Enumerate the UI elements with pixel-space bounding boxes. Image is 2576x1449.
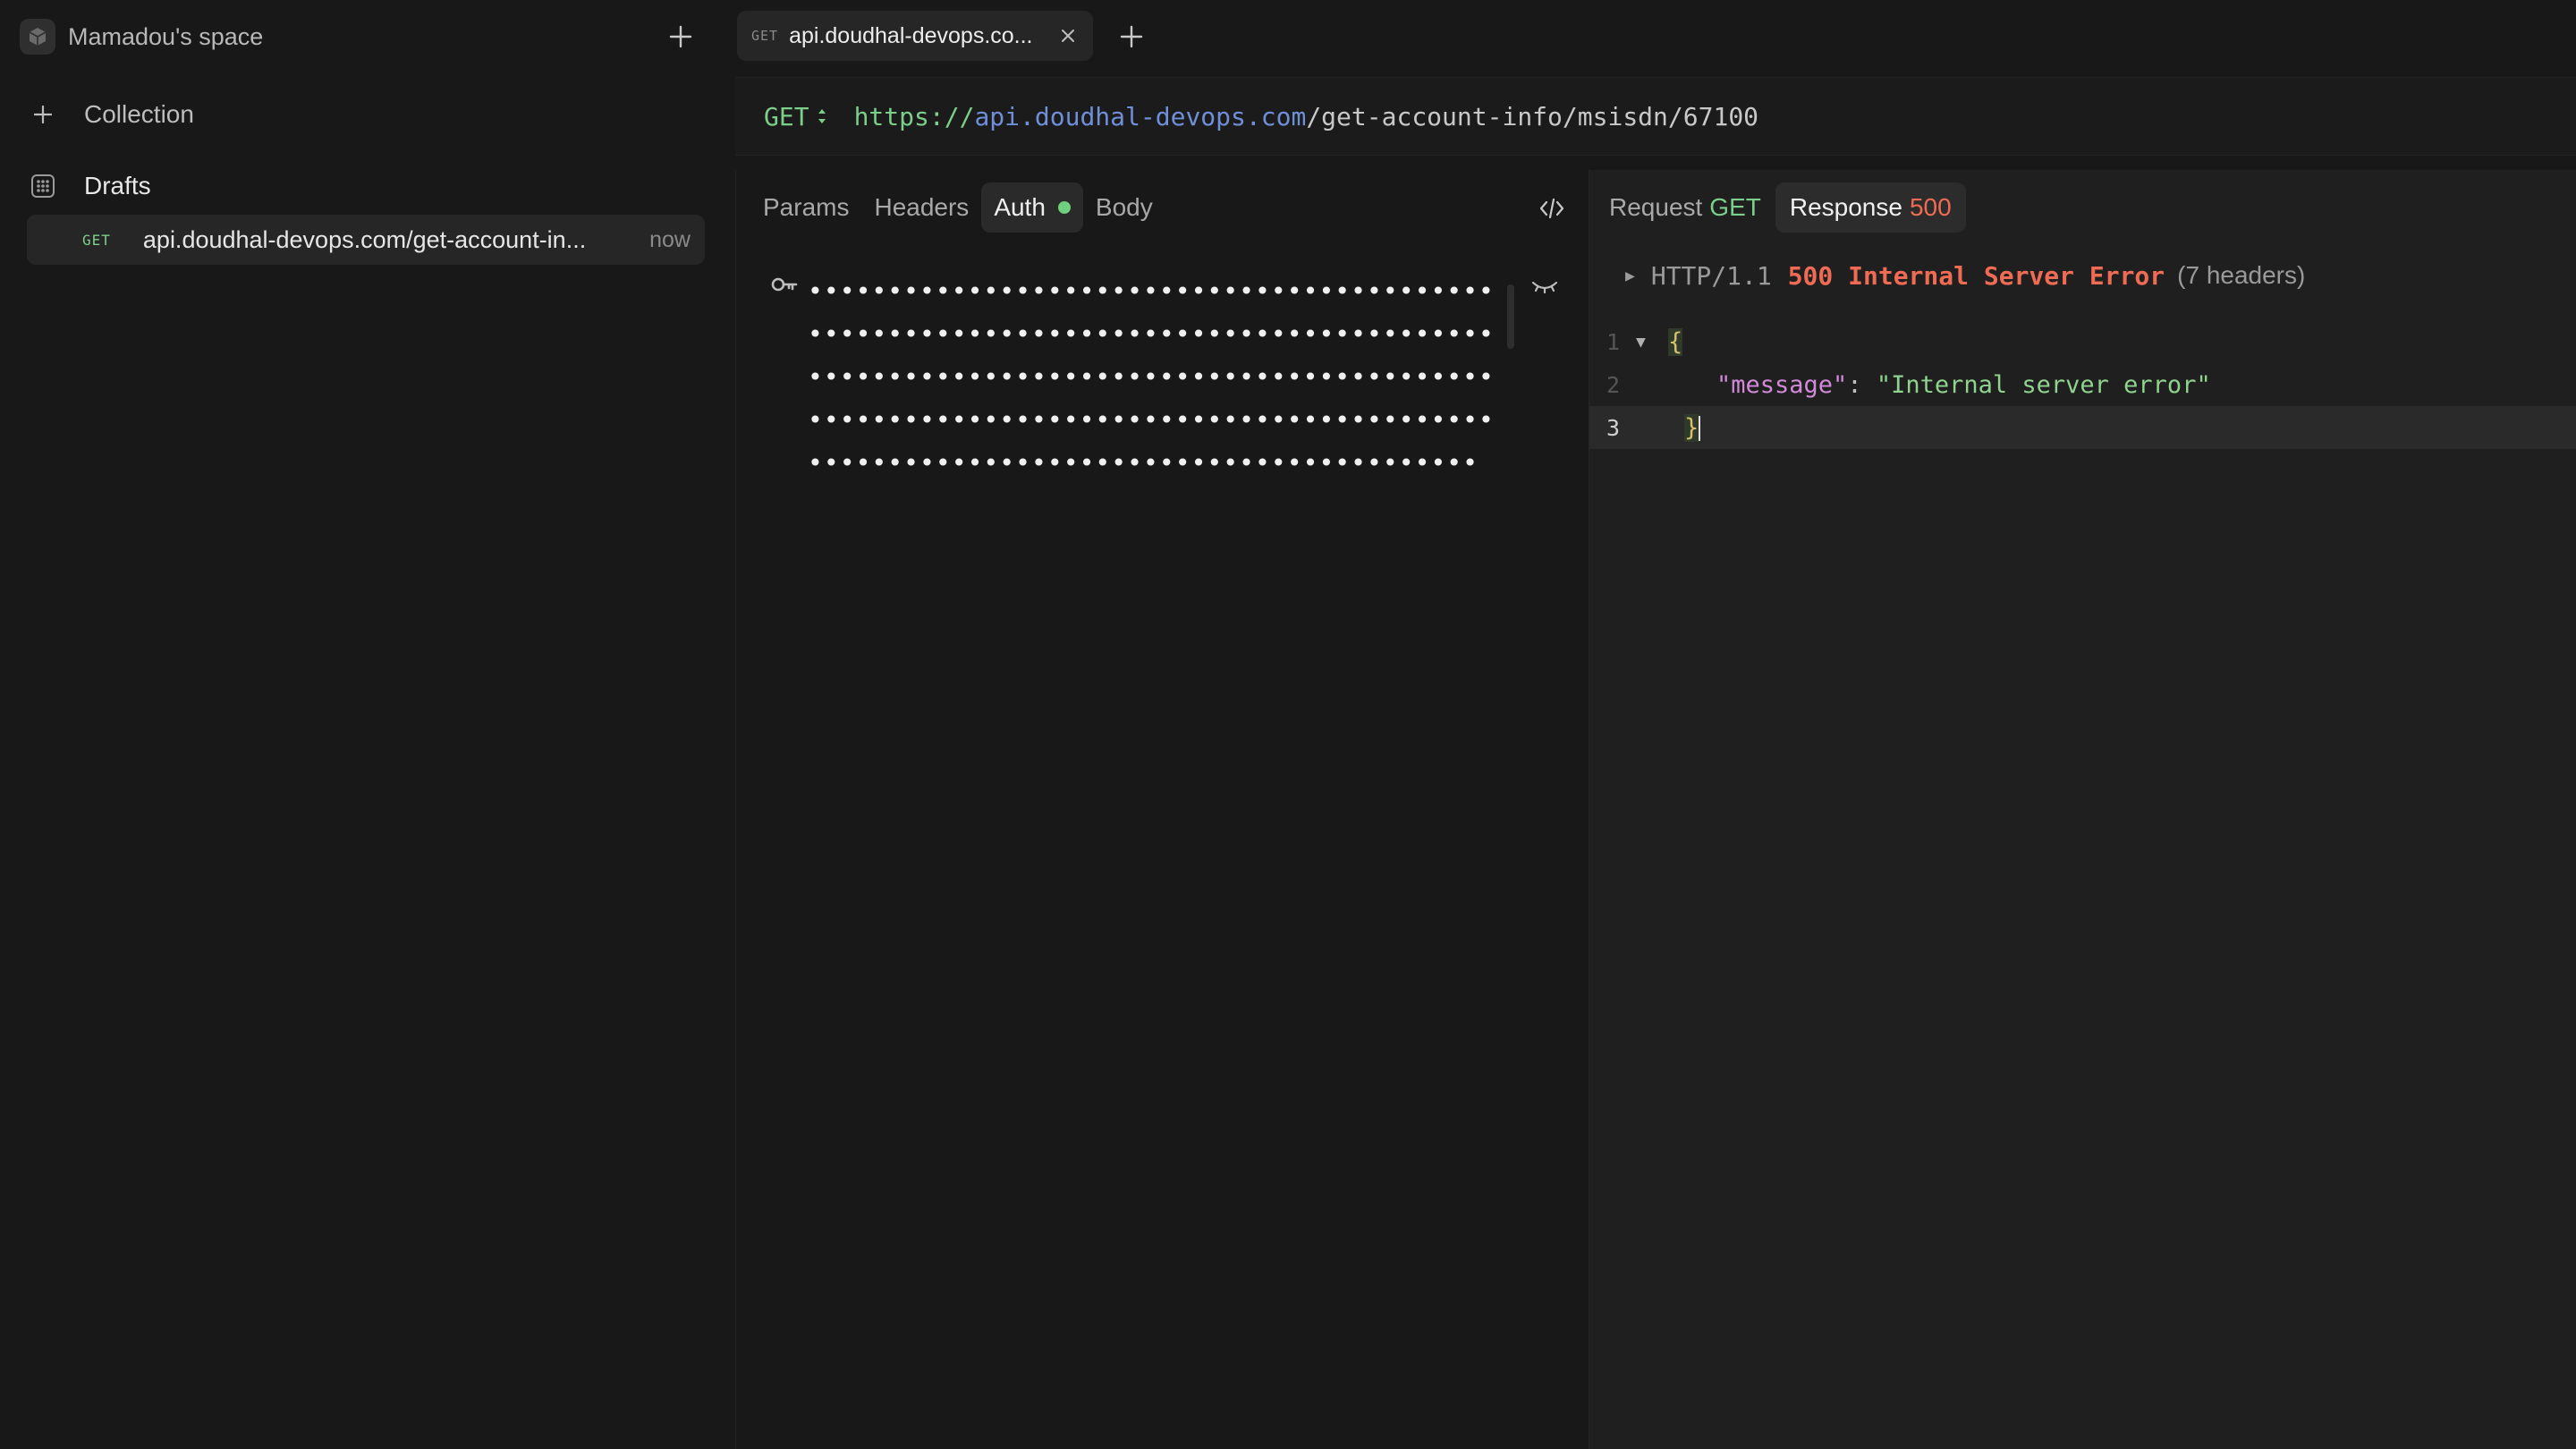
response-body-editor[interactable]: 1 ▼ { 2 "message": "Internal server erro…	[1589, 320, 2576, 449]
new-tab-button[interactable]	[1113, 18, 1150, 55]
triangle-right-icon: ▶	[1625, 266, 1635, 285]
json-value: "Internal server error"	[1876, 370, 2211, 399]
tab-body[interactable]: Body	[1083, 182, 1165, 233]
auth-token-masked: ••••••••••••••••••••••••••••••••••••••••…	[808, 276, 1495, 478]
tab-label: Body	[1095, 193, 1153, 221]
url-bar: GET https://api.doudhal-devops.com/get-a…	[735, 77, 2576, 156]
json-brace: {	[1668, 327, 1683, 356]
text-caret	[1699, 416, 1701, 441]
triangle-down-icon[interactable]: ▼	[1636, 333, 1646, 352]
tab-headers[interactable]: Headers	[861, 182, 981, 233]
draft-method-badge: GET	[82, 231, 111, 249]
tab-auth[interactable]: Auth	[981, 182, 1083, 233]
tab-params[interactable]: Params	[750, 182, 861, 233]
code-snippet-button[interactable]	[1537, 193, 1567, 224]
method-select[interactable]: GET	[764, 102, 827, 131]
code-text: {	[1668, 327, 1683, 356]
new-collection-button[interactable]: Collection	[27, 89, 699, 140]
json-colon: :	[1847, 370, 1877, 399]
draft-timestamp: now	[649, 226, 691, 252]
sidebar: Mamadou's space Collection Drafts GET ap…	[0, 0, 735, 1449]
tab-label: Request	[1609, 193, 1703, 221]
tab-request[interactable]: GET api.doudhal-devops.co...	[737, 11, 1093, 61]
url-host: api.doudhal-devops.com	[974, 101, 1307, 131]
sort-arrows-icon	[818, 109, 826, 123]
draft-request-item[interactable]: GET api.doudhal-devops.com/get-account-i…	[27, 215, 705, 265]
status-text: 500 Internal Server Error	[1787, 260, 2165, 291]
auth-token-field[interactable]: ••••••••••••••••••••••••••••••••••••••••…	[736, 270, 1589, 503]
response-tabs: Request GET Response 500	[1589, 182, 1966, 233]
plus-icon	[27, 98, 59, 131]
response-pane: Request GET Response 500 ▶ HTTP/1.1 500 …	[1589, 170, 2576, 1449]
response-status-code: 500	[1909, 193, 1952, 221]
key-icon	[770, 270, 799, 299]
draft-request-name: api.doudhal-devops.com/get-account-in...	[142, 225, 587, 253]
status-line-toggle[interactable]: ▶ HTTP/1.1 500 Internal Server Error (7 …	[1625, 258, 2305, 293]
url-scheme: https://	[853, 101, 975, 131]
tab-request-info[interactable]: Request GET	[1595, 182, 1775, 233]
http-protocol: HTTP/1.1	[1650, 260, 1772, 291]
tab-request-name: api.doudhal-devops.co...	[789, 22, 1033, 48]
tab-label: Response	[1789, 193, 1902, 221]
code-icon	[1539, 198, 1564, 219]
json-brace: }	[1684, 413, 1699, 442]
cube-icon	[20, 19, 55, 55]
drafts-label: Drafts	[84, 172, 151, 199]
tab-label: Params	[763, 193, 850, 221]
code-line-current: 3 }	[1589, 406, 2576, 449]
tab-method-badge: GET	[751, 28, 779, 44]
toggle-visibility-button[interactable]	[1529, 270, 1561, 302]
code-text: }	[1684, 413, 1701, 442]
collection-label: Collection	[84, 100, 194, 128]
code-text: "message": "Internal server error"	[1716, 371, 2211, 399]
tab-label: Headers	[874, 193, 970, 221]
request-method-value: GET	[1709, 193, 1761, 221]
plus-icon	[1120, 25, 1143, 48]
request-pane: Params Headers Auth Body •••••••••••••••…	[735, 170, 1589, 1449]
request-tabs: Params Headers Auth Body	[736, 182, 1165, 233]
code-line: 1 ▼ {	[1589, 320, 2576, 363]
sidebar-item-drafts[interactable]: Drafts	[27, 161, 699, 211]
tab-label: Auth	[994, 193, 1046, 221]
auth-enabled-dot	[1057, 201, 1071, 214]
url-input[interactable]: https://api.doudhal-devops.com/get-accou…	[854, 102, 1758, 131]
method-value: GET	[764, 101, 809, 131]
line-number: 3	[1606, 414, 1620, 441]
headers-count: (7 headers)	[2177, 261, 2306, 289]
json-key: "message"	[1716, 370, 1848, 399]
plus-icon	[669, 25, 692, 48]
close-icon	[1062, 30, 1074, 42]
scrollbar[interactable]	[1507, 284, 1514, 349]
workspace-name: Mamadou's space	[68, 22, 264, 50]
close-tab-button[interactable]	[1055, 23, 1080, 48]
line-number: 1	[1606, 328, 1620, 355]
request-tab-bar: GET api.doudhal-devops.co...	[735, 0, 2576, 75]
tab-response[interactable]: Response 500	[1775, 182, 1966, 233]
url-path: /get-account-info/msisdn/67100	[1306, 101, 1759, 131]
workspace-header[interactable]: Mamadou's space	[20, 16, 699, 57]
grid-icon	[27, 170, 59, 202]
eye-closed-icon	[1531, 281, 1558, 294]
add-button[interactable]	[662, 18, 699, 55]
line-number: 2	[1606, 371, 1620, 398]
code-line: 2 "message": "Internal server error"	[1589, 363, 2576, 406]
app-window: Mamadou's space Collection Drafts GET ap…	[0, 0, 2576, 1449]
